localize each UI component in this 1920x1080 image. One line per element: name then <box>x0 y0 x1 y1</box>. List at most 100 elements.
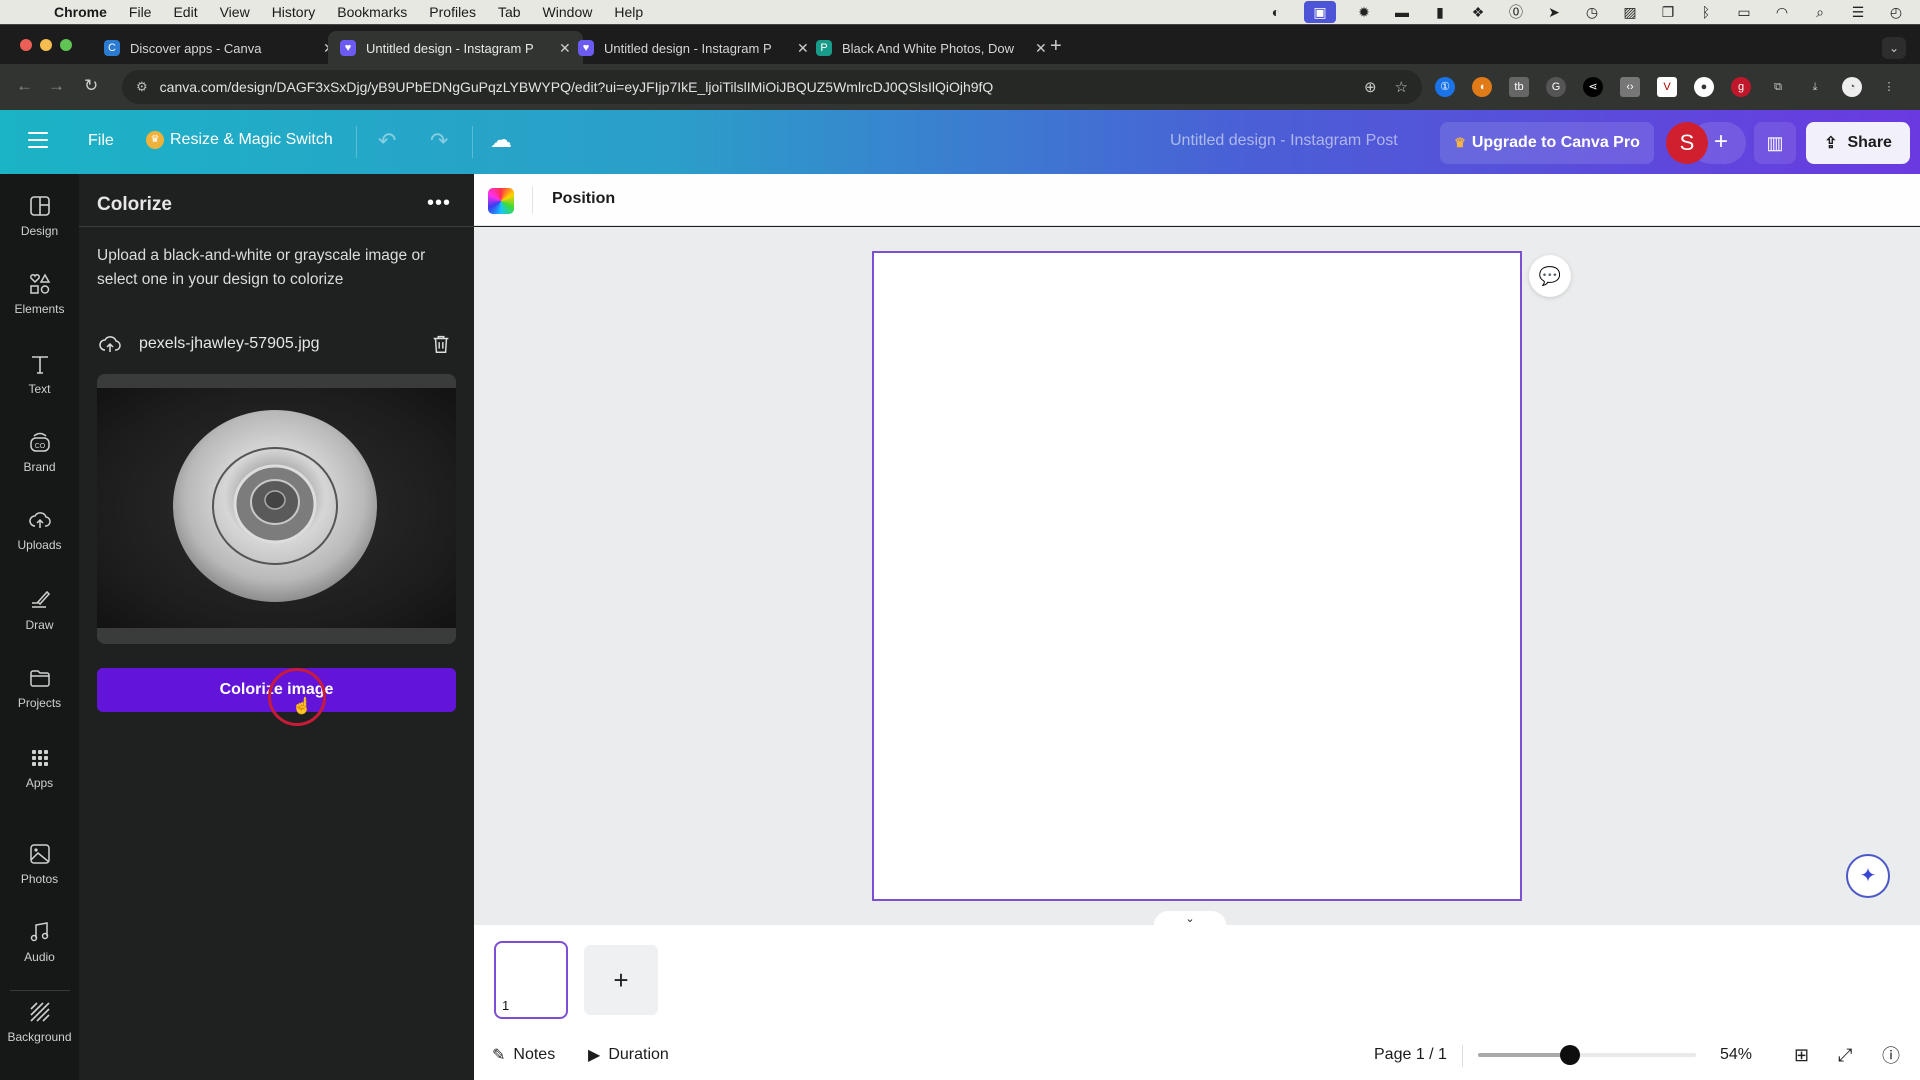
tab-discover-apps[interactable]: C Discover apps - Canva ✕ <box>92 31 347 65</box>
docker-icon[interactable]: ▬ <box>1392 4 1412 20</box>
add-comment-icon[interactable]: 💬 <box>1529 255 1571 297</box>
close-window-button[interactable] <box>20 39 32 51</box>
password-manager-icon[interactable]: ⓪ <box>1506 2 1526 22</box>
rail-item-brand[interactable]: CO Brand <box>0 430 79 474</box>
control-center-icon[interactable]: ☰ <box>1848 4 1868 21</box>
file-menu[interactable]: File <box>88 132 114 150</box>
rail-item-apps[interactable]: Apps <box>0 746 79 790</box>
undo-icon[interactable]: ↶ <box>378 128 396 154</box>
duration-button[interactable]: ▶ Duration <box>588 1045 669 1065</box>
app-status-icon[interactable]: ▮ <box>1430 4 1450 21</box>
page-indicator[interactable]: Page 1 / 1 <box>1374 1046 1447 1064</box>
zoom-magnifier-icon[interactable]: ⊕ <box>1364 78 1377 96</box>
user-avatar[interactable]: S <box>1666 122 1708 164</box>
minimize-window-button[interactable] <box>40 39 52 51</box>
spotlight-search-icon[interactable]: ⌕ <box>1810 4 1830 21</box>
trash-icon[interactable] <box>430 333 452 355</box>
position-button[interactable]: Position <box>552 190 615 208</box>
menu-history[interactable]: History <box>272 4 316 20</box>
upgrade-pro-button[interactable]: ♛ Upgrade to Canva Pro <box>1440 122 1654 164</box>
notes-button[interactable]: ✎ Notes <box>492 1045 555 1065</box>
rail-item-projects[interactable]: Projects <box>0 666 79 710</box>
clock-status-icon[interactable]: ◷ <box>1582 4 1602 21</box>
tab-untitled-design-active[interactable]: ♥ Untitled design - Instagram P ✕ <box>328 31 583 65</box>
screen-share-icon[interactable]: ▣ <box>1304 1 1336 23</box>
gear-status-icon[interactable]: ✹ <box>1354 4 1374 21</box>
draw-icon <box>31 590 50 608</box>
rail-item-audio[interactable]: Audio <box>0 920 79 964</box>
magic-sparkle-icon[interactable]: ✦ <box>1846 854 1890 898</box>
vwo-extension-icon[interactable]: V <box>1657 77 1677 97</box>
menu-edit[interactable]: Edit <box>173 4 197 20</box>
rail-item-design[interactable]: Design <box>0 194 79 238</box>
rail-item-background[interactable]: Background <box>0 1000 79 1044</box>
dropbox-icon[interactable]: ❖ <box>1468 4 1488 21</box>
g-extension-icon[interactable]: g <box>1731 77 1751 97</box>
tab-black-and-white-photos[interactable]: P Black And White Photos, Dow ✕ <box>804 31 1059 65</box>
rail-item-elements[interactable]: Elements <box>0 272 79 316</box>
cursor-status-icon[interactable]: ➤ <box>1544 4 1564 21</box>
tab-search-chevron-icon[interactable]: ⌄ <box>1882 37 1906 59</box>
zoom-window-button[interactable] <box>60 39 72 51</box>
design-icon <box>29 196 50 216</box>
menu-profiles[interactable]: Profiles <box>429 4 476 20</box>
tab-untitled-design[interactable]: ♥ Untitled design - Instagram P ✕ <box>566 31 821 65</box>
windows-status-icon[interactable]: ❐ <box>1658 4 1678 21</box>
cloud-saved-icon[interactable]: ☁ <box>490 127 512 153</box>
page-thumbnail[interactable]: 1 <box>494 941 568 1019</box>
address-bar[interactable]: ⚙ canva.com/design/DAGF3xSxDjg/yB9UPbEDN… <box>122 70 1422 104</box>
share-button[interactable]: ⇪ Share <box>1806 122 1910 164</box>
share-extension-icon[interactable]: ⋖ <box>1583 77 1603 97</box>
status-app-icon[interactable]: ◐ <box>1266 4 1286 20</box>
rail-item-photos[interactable]: Photos <box>0 842 79 886</box>
close-tab-icon[interactable]: ✕ <box>1035 40 1047 57</box>
resize-magic-switch-button[interactable]: ♛ Resize & Magic Switch <box>146 131 333 149</box>
time-machine-icon[interactable]: ◴ <box>1886 4 1906 21</box>
bluetooth-icon[interactable]: ᛒ <box>1696 4 1716 20</box>
hamburger-menu-icon[interactable] <box>28 132 48 153</box>
zoom-slider-knob[interactable] <box>1559 1045 1580 1065</box>
bookmark-star-icon[interactable]: ☆ <box>1395 78 1408 96</box>
more-options-icon[interactable]: ••• <box>427 192 451 215</box>
menu-bookmarks[interactable]: Bookmarks <box>337 4 407 20</box>
download-icon[interactable]: ⤓ <box>1805 77 1825 97</box>
reload-icon[interactable]: ↻ <box>84 76 98 96</box>
rail-item-text[interactable]: Text <box>0 352 79 396</box>
extensions-puzzle-icon[interactable]: ⧉ <box>1768 77 1788 97</box>
zoom-slider[interactable] <box>1478 1045 1696 1065</box>
fullscreen-icon[interactable]: ⤢ <box>1838 1045 1852 1066</box>
password-extension-icon[interactable]: ① <box>1435 77 1455 97</box>
menu-app[interactable]: Chrome <box>54 4 107 20</box>
rail-item-uploads[interactable]: Uploads <box>0 508 79 552</box>
grammarly-extension-icon[interactable]: G <box>1546 77 1566 97</box>
url-text[interactable]: canva.com/design/DAGF3xSxDjg/yB9UPbEDNgG… <box>160 79 994 95</box>
design-page[interactable] <box>872 251 1522 901</box>
flame-extension-icon[interactable]: ◖ <box>1472 77 1492 97</box>
display-status-icon[interactable]: ▨ <box>1620 4 1640 21</box>
help-icon[interactable]: ⓘ <box>1882 1042 1900 1068</box>
code-extension-icon[interactable]: ‹› <box>1620 77 1640 97</box>
tb-extension-icon[interactable]: tb <box>1509 77 1529 97</box>
menu-help[interactable]: Help <box>614 4 643 20</box>
design-title[interactable]: Untitled design - Instagram Post <box>1170 132 1398 150</box>
add-page-button[interactable]: + <box>584 945 658 1015</box>
rail-item-draw[interactable]: Draw <box>0 588 79 632</box>
forward-arrow-icon[interactable]: → <box>48 76 65 96</box>
wifi-icon[interactable]: ◠ <box>1772 4 1792 21</box>
zoom-percentage[interactable]: 54% <box>1720 1046 1752 1064</box>
back-arrow-icon[interactable]: ← <box>16 76 33 96</box>
new-tab-button[interactable]: + <box>1050 35 1062 58</box>
site-settings-icon[interactable]: ⚙ <box>136 79 148 95</box>
battery-icon[interactable]: ▭ <box>1734 4 1754 21</box>
grid-view-icon[interactable]: ⊞ <box>1794 1045 1809 1066</box>
menu-file[interactable]: File <box>129 4 152 20</box>
menu-tab[interactable]: Tab <box>498 4 521 20</box>
menu-window[interactable]: Window <box>543 4 593 20</box>
redo-icon[interactable]: ↷ <box>430 128 448 154</box>
insights-chart-icon[interactable]: ▥ <box>1754 122 1796 164</box>
chrome-menu-icon[interactable]: ⋮ <box>1879 77 1899 97</box>
profile-avatar-icon[interactable]: ◔ <box>1842 77 1862 97</box>
menu-view[interactable]: View <box>220 4 250 20</box>
web-extension-icon[interactable]: ● <box>1694 77 1714 97</box>
color-picker-button[interactable] <box>488 188 514 214</box>
